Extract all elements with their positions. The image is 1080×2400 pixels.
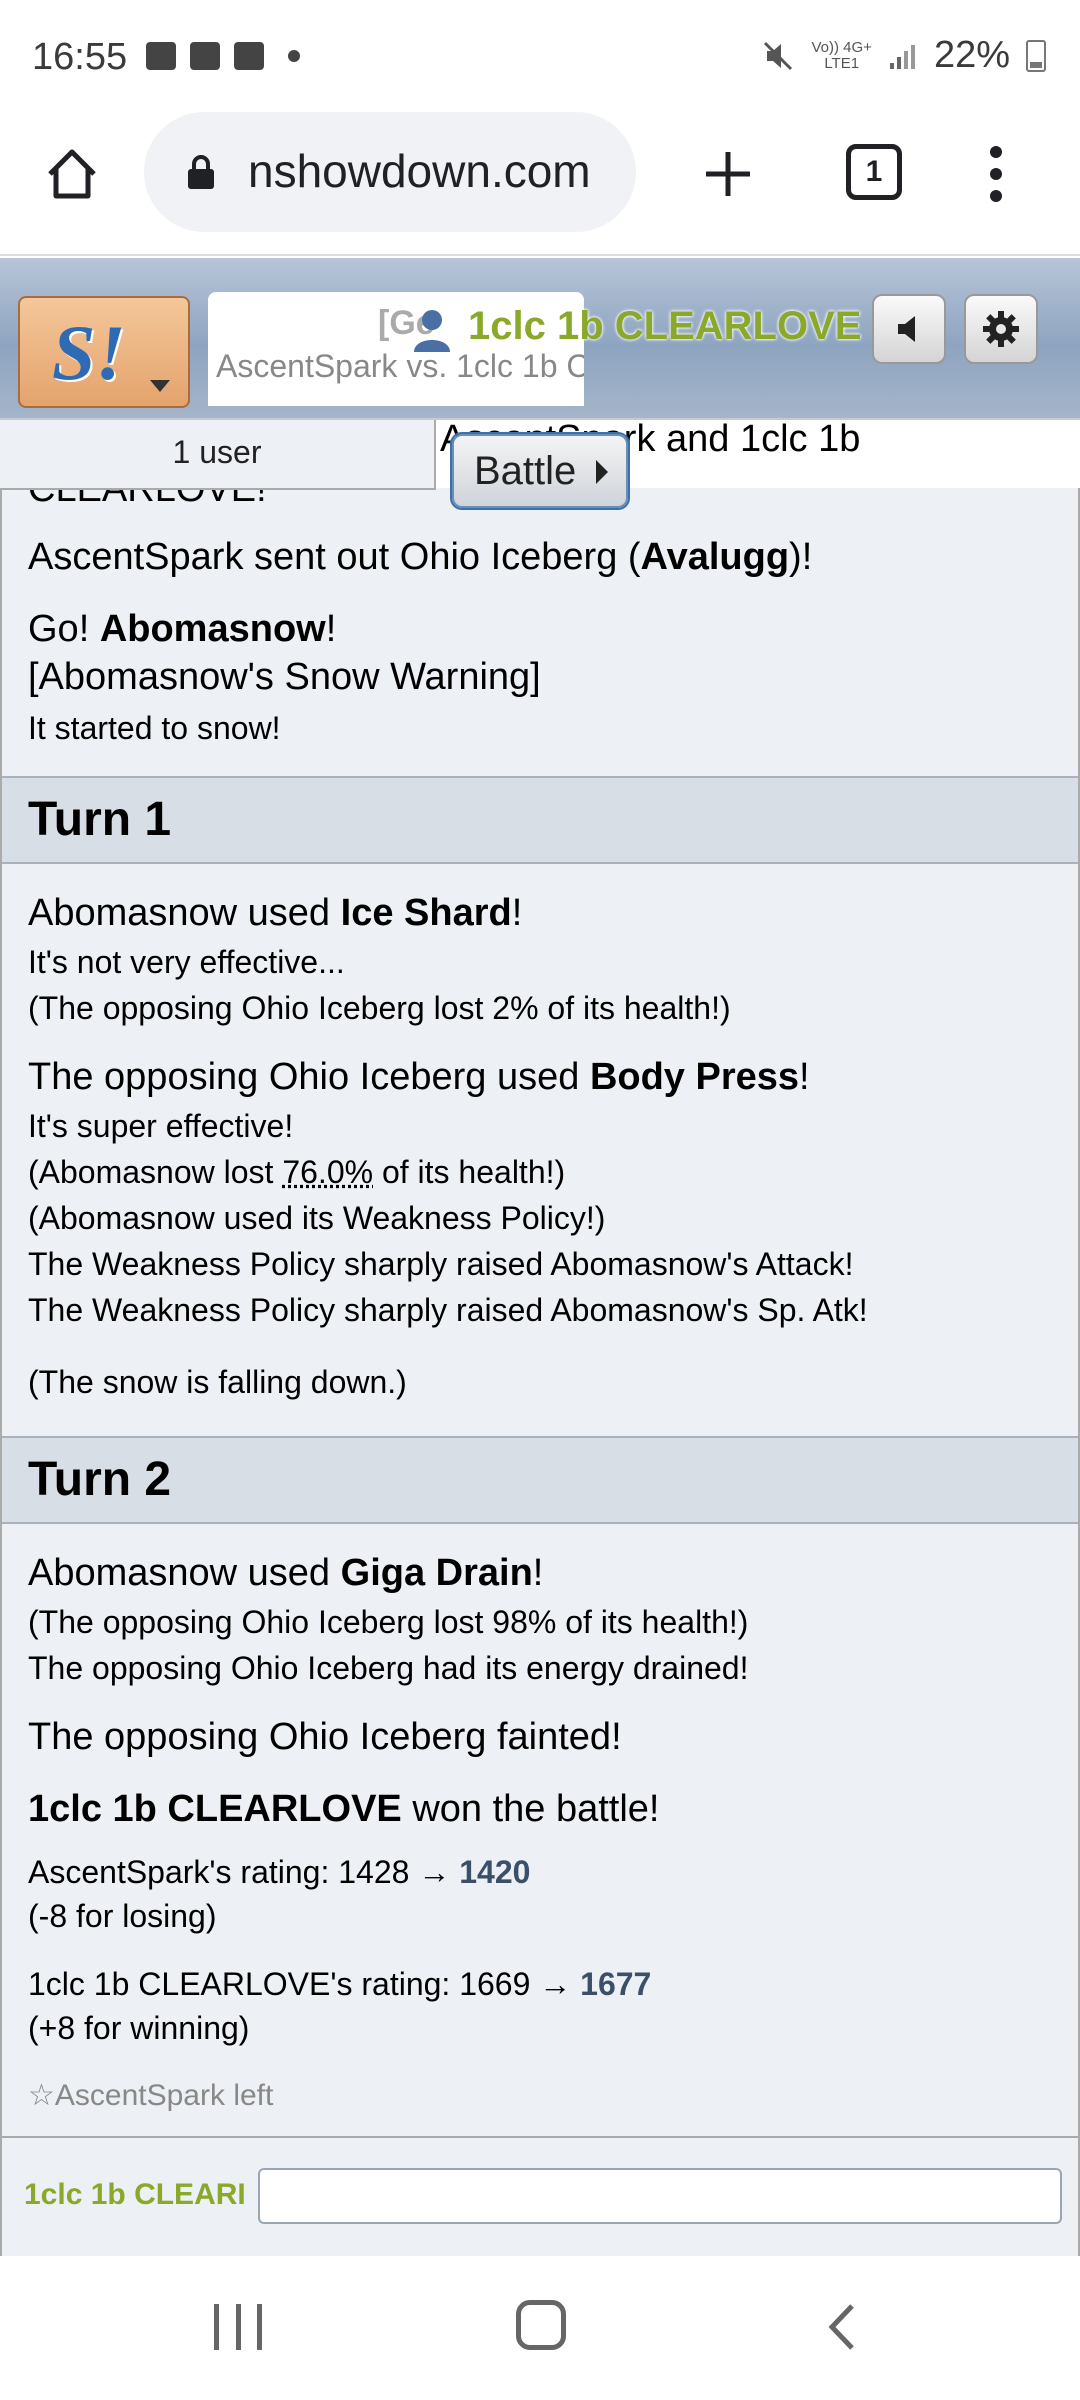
network-type: Vo)) 4G+ LTE1	[811, 38, 872, 72]
log-clipped-line: CLEARLOVE!	[28, 488, 267, 510]
log-line-ability: [Abomasnow's Snow Warning]	[28, 656, 541, 698]
log-line-user-left: ☆AscentSpark left	[28, 2079, 274, 2112]
chat-input[interactable]	[258, 2168, 1062, 2224]
log-line-winner: 1clc 1b CLEARLOVE won the battle!	[28, 1788, 660, 1830]
log-line-rating-delta: (-8 for losing)	[28, 1898, 217, 1934]
play-icon	[596, 460, 608, 484]
lock-icon	[188, 155, 214, 189]
battle-log[interactable]: CLEARLOVE! AscentSpark sent out Ohio Ice…	[0, 488, 1080, 2256]
battle-button-label: Battle	[474, 449, 577, 493]
home-nav-icon[interactable]	[516, 2300, 566, 2350]
browser-menu-icon[interactable]	[990, 146, 1002, 202]
log-line-damage: (Abomasnow lost 76.0% of its health!)	[28, 1154, 566, 1190]
log-line-effectiveness: It's super effective!	[28, 1108, 294, 1144]
room-tab-title: AscentSpark vs. 1clc 1b C	[216, 348, 584, 384]
damage-percent[interactable]: 76.0%	[282, 1154, 373, 1190]
turn-header-1: Turn 1	[2, 776, 1078, 864]
log-line-move: The opposing Ohio Iceberg used Body Pres…	[28, 1056, 810, 1098]
log-line-rating: AscentSpark's rating: 1428 → 1420	[28, 1854, 531, 1890]
url-bar[interactable]: nshowdown.com	[144, 112, 636, 232]
turn-header-2: Turn 2	[2, 1436, 1078, 1524]
log-line-effectiveness: It's not very effective...	[28, 944, 345, 980]
url-text: nshowdown.com	[248, 145, 591, 197]
recent-apps-icon[interactable]	[214, 2304, 262, 2350]
tab-switcher-button[interactable]: 1	[846, 144, 902, 200]
sound-button[interactable]	[872, 294, 946, 364]
showdown-logo-icon: S!	[52, 309, 126, 396]
user-icon	[414, 310, 450, 352]
mute-icon	[764, 41, 793, 70]
log-line-boost: The Weakness Policy sharply raised Aboma…	[28, 1292, 868, 1328]
log-line-sent-out: AscentSpark sent out Ohio Iceberg (Avalu…	[28, 536, 813, 578]
calendar-icon	[190, 42, 220, 70]
signal-icon	[889, 44, 915, 69]
battery-icon	[1026, 39, 1046, 72]
chat-username[interactable]: 1clc 1b CLEARI	[24, 2178, 246, 2212]
status-time: 16:55	[32, 36, 128, 78]
log-line-faint: The opposing Ohio Iceberg fainted!	[28, 1716, 622, 1758]
chat-bar: 1clc 1b CLEARI	[0, 2136, 1080, 2256]
log-line-move: Abomasnow used Giga Drain!	[28, 1552, 544, 1594]
navigation-bar	[0, 2256, 1080, 2400]
back-icon[interactable]	[822, 2300, 862, 2354]
log-line-move: Abomasnow used Ice Shard!	[28, 892, 523, 934]
speaker-icon	[898, 316, 915, 342]
notification-icons	[146, 42, 300, 70]
gallery-icon	[146, 42, 176, 70]
user-list-toggle[interactable]: 1 user	[0, 420, 436, 490]
gear-icon	[983, 311, 1019, 347]
log-line-damage: (The opposing Ohio Iceberg lost 98% of i…	[28, 1604, 749, 1640]
showdown-logo-menu[interactable]: S!	[18, 296, 190, 408]
new-tab-icon[interactable]	[700, 146, 756, 202]
log-line-rating-delta: (+8 for winning)	[28, 2010, 250, 2046]
system-icons: Vo)) 4G+ LTE1 22%	[761, 34, 1046, 77]
log-line-go: Go! Abomasnow!	[28, 608, 337, 650]
log-line-item: (Abomasnow used its Weakness Policy!)	[28, 1200, 606, 1236]
log-line-snow-start: It started to snow!	[28, 710, 281, 746]
youtube-icon	[234, 42, 264, 70]
settings-button[interactable]	[964, 294, 1038, 364]
battle-button[interactable]: Battle	[452, 434, 628, 508]
home-icon[interactable]	[42, 144, 102, 204]
log-line-rating: 1clc 1b CLEARLOVE's rating: 1669 → 1677	[28, 1966, 652, 2002]
log-line-weather: (The snow is falling down.)	[28, 1364, 407, 1400]
log-line-damage: (The opposing Ohio Iceberg lost 2% of it…	[28, 990, 731, 1026]
status-bar: 16:55 Vo)) 4G+ LTE1 22%	[0, 0, 1080, 110]
browser-toolbar: nshowdown.com 1	[0, 110, 1080, 256]
log-line-drain: The opposing Ohio Iceberg had its energy…	[28, 1650, 749, 1686]
chevron-down-icon	[150, 380, 170, 392]
opponent-username[interactable]: 1clc 1b CLEARLOVE	[468, 304, 861, 349]
showdown-header: S! [Ge AscentSpark vs. 1clc 1b C 1clc 1b…	[0, 258, 1080, 418]
more-notifications-dot-icon	[288, 50, 300, 62]
battery-percent: 22%	[933, 34, 1010, 76]
log-line-boost: The Weakness Policy sharply raised Aboma…	[28, 1246, 854, 1282]
